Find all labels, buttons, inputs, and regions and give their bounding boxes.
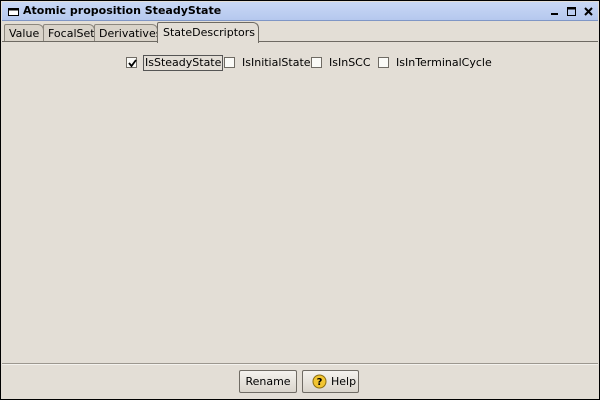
title-bar[interactable]: Atomic proposition SteadyState xyxy=(2,2,598,21)
svg-text:?: ? xyxy=(317,377,323,388)
checkbox-label: IsSteadyState xyxy=(143,55,224,71)
checkbox-label: IsInSCC xyxy=(329,56,371,69)
tab-label: StateDescriptors xyxy=(163,26,255,39)
rename-button-label: Rename xyxy=(245,375,291,388)
help-button-label: Help xyxy=(331,375,357,388)
window-title: Atomic proposition SteadyState xyxy=(23,4,222,17)
tab-label: Value xyxy=(9,27,40,40)
checkbox-box[interactable] xyxy=(378,57,389,68)
footer-divider xyxy=(2,363,598,365)
checkbox-box[interactable] xyxy=(126,57,137,68)
tab-strip: Value FocalSet Derivatives StateDescript… xyxy=(4,22,598,43)
minimize-icon[interactable] xyxy=(548,5,561,18)
checkbox-label: IsInTerminalCycle xyxy=(396,56,492,69)
tab-label: Derivatives xyxy=(99,27,162,40)
tab-value[interactable]: Value xyxy=(4,24,44,41)
maximize-icon[interactable] xyxy=(565,5,578,18)
tab-label: FocalSet xyxy=(48,27,95,40)
rename-button[interactable]: Rename xyxy=(239,370,297,393)
tab-statedescriptors[interactable]: StateDescriptors xyxy=(157,22,259,43)
tab-content-panel: IsSteadyState IsInitialState IsInSCC IsI… xyxy=(2,41,598,364)
window-icon[interactable] xyxy=(8,6,19,16)
checkbox-box[interactable] xyxy=(311,57,322,68)
tab-derivatives[interactable]: Derivatives xyxy=(94,24,162,41)
checkbox-label: IsInitialState xyxy=(242,56,311,69)
dialog-window: Atomic proposition SteadyState Value Foc… xyxy=(0,0,600,400)
close-icon[interactable] xyxy=(582,5,595,18)
help-button[interactable]: ? Help xyxy=(302,370,359,393)
checkbox-box[interactable] xyxy=(224,57,235,68)
tab-focalset[interactable]: FocalSet xyxy=(43,24,95,41)
checkmark-icon xyxy=(128,59,137,68)
question-icon: ? xyxy=(312,374,327,389)
